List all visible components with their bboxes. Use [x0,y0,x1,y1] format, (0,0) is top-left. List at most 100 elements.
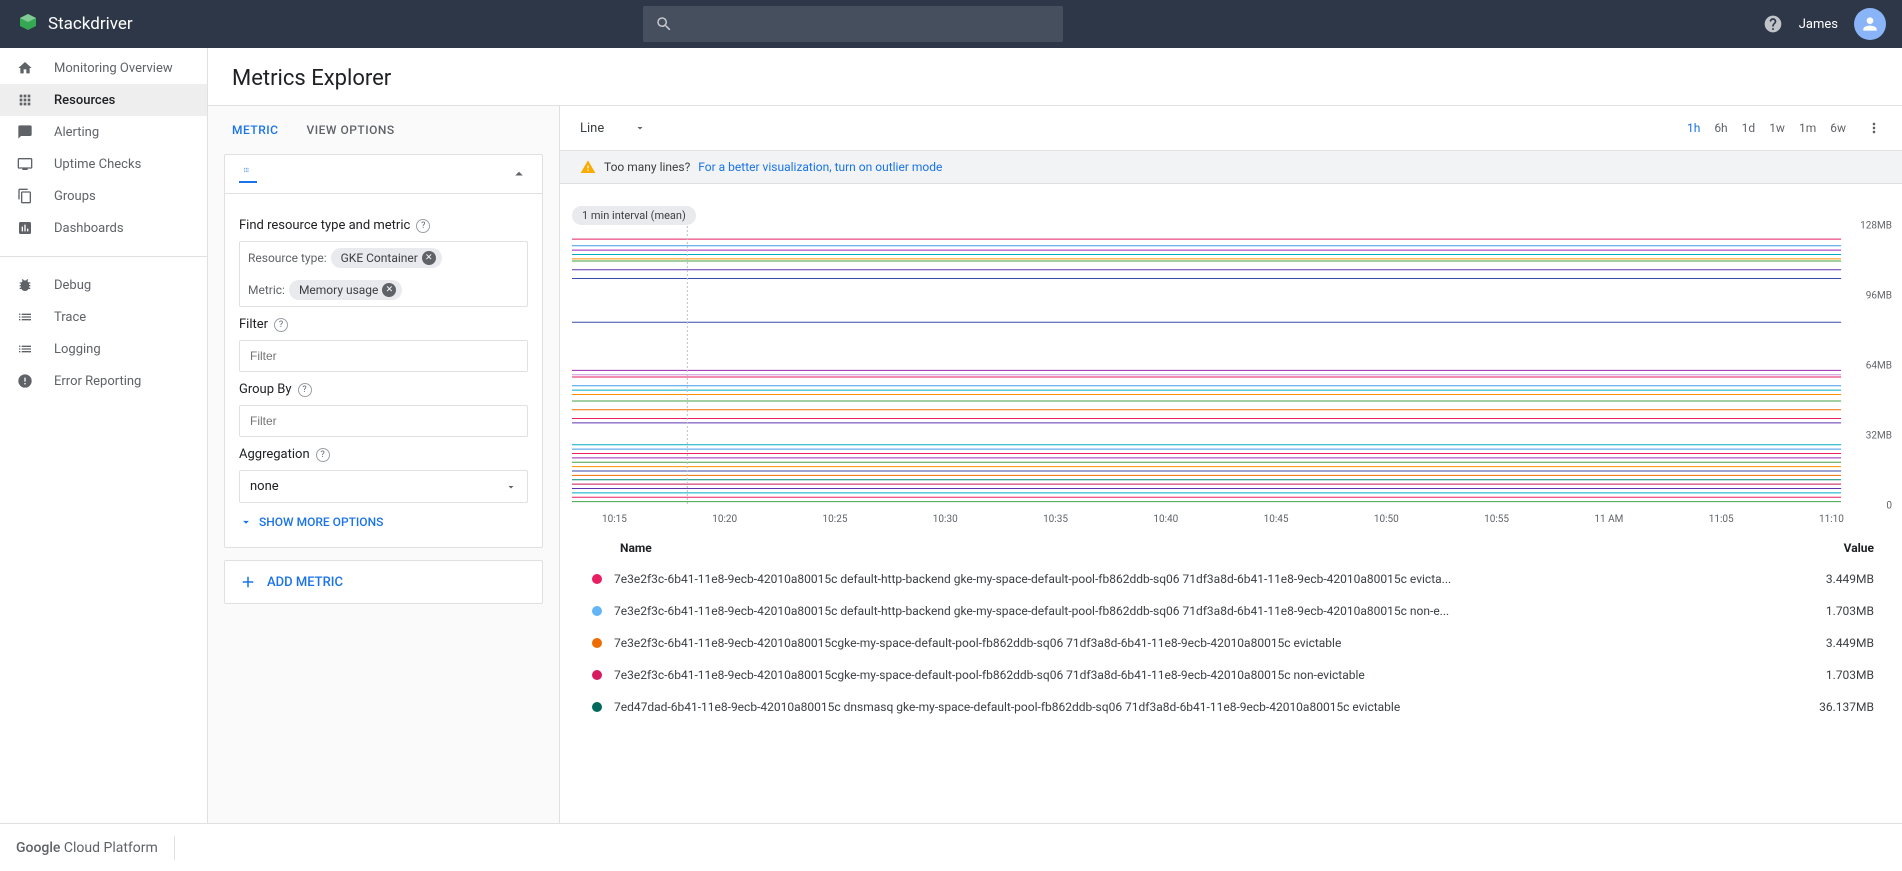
sidebar-item-label: Error Reporting [54,374,141,389]
help-icon[interactable]: ? [274,318,288,332]
monitor-icon [16,155,34,173]
page-title: Metrics Explorer [208,48,1902,105]
search-input[interactable] [643,6,1063,42]
filter-label: Filter? [239,317,528,332]
groupby-label: Group By? [239,382,528,397]
search-icon [655,15,673,33]
x-tick: 10:30 [933,514,958,525]
sidebar-item-label: Groups [54,189,96,204]
chevron-down-icon [505,481,517,493]
legend-name: 7e3e2f3c-6b41-11e8-9ecb-42010a80015cgke-… [614,668,1806,682]
legend-row[interactable]: 7ed47dad-6b41-11e8-9ecb-42010a80015c dns… [572,691,1894,723]
time-range-1h[interactable]: 1h [1687,121,1700,135]
help-icon[interactable]: ? [298,383,312,397]
warning-icon [580,159,596,175]
gcp-logo[interactable]: Google Cloud Platform [16,840,158,856]
home-icon [16,59,34,77]
sidebar-item-label: Alerting [54,125,99,140]
legend-hdr-name: Name [620,541,1844,555]
trace-icon [16,308,34,326]
legend-value: 1.703MB [1826,604,1874,618]
bug-icon [16,276,34,294]
help-icon[interactable] [1763,14,1783,34]
sidebar-divider [0,256,207,257]
tab-metric[interactable]: METRIC [232,123,279,137]
sidebar-item-uptime[interactable]: Uptime Checks [0,148,207,180]
x-tick: 10:45 [1264,514,1289,525]
groupby-input[interactable] [239,405,528,437]
chart-type-select[interactable]: Line [580,121,646,136]
config-panel: METRIC VIEW OPTIONS Find resource type a… [208,106,560,823]
resource-metric-input[interactable]: Resource type: GKE Container✕ Metric: Me… [239,241,528,307]
sidebar-item-resources[interactable]: Resources [0,84,207,116]
resource-type-chip[interactable]: GKE Container✕ [331,248,442,268]
legend-row[interactable]: 7e3e2f3c-6b41-11e8-9ecb-42010a80015c def… [572,595,1894,627]
config-tabs: METRIC VIEW OPTIONS [208,106,559,154]
close-icon[interactable]: ✕ [382,283,396,297]
filter-input[interactable] [239,340,528,372]
dashboard-icon [16,219,34,237]
x-tick: 10:55 [1484,514,1509,525]
more-vert-icon[interactable] [1866,120,1882,136]
legend-row[interactable]: 7e3e2f3c-6b41-11e8-9ecb-42010a80015c def… [572,563,1894,595]
outlier-mode-link[interactable]: For a better visualization, turn on outl… [698,160,942,174]
aggregation-select[interactable]: none [239,470,528,503]
time-range-1m[interactable]: 1m [1799,121,1816,135]
metric-chip[interactable]: Memory usage✕ [289,280,402,300]
legend: Name Value 7e3e2f3c-6b41-11e8-9ecb-42010… [572,533,1894,723]
brand-logo[interactable]: Stackdriver [16,12,133,36]
sidebar-item-label: Monitoring Overview [54,61,173,76]
close-icon[interactable]: ✕ [422,251,436,265]
sidebar-item-label: Resources [54,93,115,108]
sidebar: Monitoring Overview Resources Alerting U… [0,48,208,823]
chart-toolbar: Line 1h 6h 1d 1w 1m 6w [560,106,1902,150]
metric-series-icon [239,165,257,183]
resource-type-label: Resource type: [248,251,327,265]
sidebar-item-dashboards[interactable]: Dashboards [0,212,207,244]
tab-view-options[interactable]: VIEW OPTIONS [307,123,395,137]
x-tick: 10:35 [1043,514,1068,525]
header-right: James [1763,8,1886,40]
help-icon[interactable]: ? [416,219,430,233]
stackdriver-icon [16,12,40,36]
help-icon[interactable]: ? [316,448,330,462]
time-range-1w[interactable]: 1w [1769,121,1785,135]
chat-icon [16,123,34,141]
legend-row[interactable]: 7e3e2f3c-6b41-11e8-9ecb-42010a80015cgke-… [572,659,1894,691]
sidebar-item-trace[interactable]: Trace [0,301,207,333]
avatar[interactable] [1854,8,1886,40]
legend-value: 1.703MB [1826,668,1874,682]
time-range-6h[interactable]: 6h [1714,121,1727,135]
sidebar-item-debug[interactable]: Debug [0,269,207,301]
sidebar-item-overview[interactable]: Monitoring Overview [0,52,207,84]
sidebar-item-error[interactable]: Error Reporting [0,365,207,397]
time-range-1d[interactable]: 1d [1742,121,1756,135]
chevron-up-icon[interactable] [510,165,528,183]
sidebar-item-groups[interactable]: Groups [0,180,207,212]
collapse-sidebar-icon[interactable] [174,836,192,860]
show-more-button[interactable]: SHOW MORE OPTIONS [239,515,528,529]
color-dot [592,606,602,616]
legend-name: 7ed47dad-6b41-11e8-9ecb-42010a80015c dns… [614,700,1799,714]
user-name[interactable]: James [1799,17,1838,32]
sidebar-item-logging[interactable]: Logging [0,333,207,365]
sidebar-item-label: Dashboards [54,221,124,236]
apps-icon [16,91,34,109]
agg-label: Aggregation? [239,447,528,462]
time-range-6w[interactable]: 6w [1830,121,1846,135]
sidebar-item-alerting[interactable]: Alerting [0,116,207,148]
color-dot [592,638,602,648]
x-tick: 11 AM [1594,514,1623,525]
top-header: Stackdriver James [0,0,1902,48]
sidebar-item-label: Trace [54,310,86,325]
y-tick: 0 [1886,501,1892,512]
plus-icon [239,573,257,591]
color-dot [592,574,602,584]
time-range-picker: 1h 6h 1d 1w 1m 6w [1687,120,1882,136]
chart-area[interactable]: 1 min interval (mean) 128MB96MB64MB32MB0… [560,184,1902,823]
color-dot [592,702,602,712]
person-icon [1860,14,1880,34]
add-metric-button[interactable]: ADD METRIC [224,560,543,604]
legend-row[interactable]: 7e3e2f3c-6b41-11e8-9ecb-42010a80015cgke-… [572,627,1894,659]
x-tick: 10:15 [602,514,627,525]
